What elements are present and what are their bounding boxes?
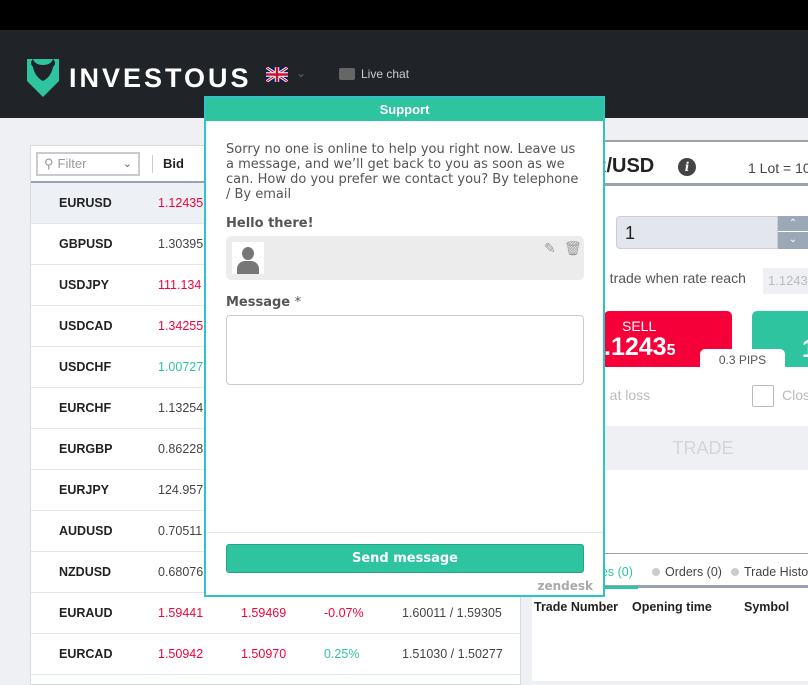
symbol: EURCHF — [59, 401, 112, 415]
avatar — [232, 242, 264, 274]
status-dot-icon — [652, 568, 660, 576]
close-at-loss-label: e at loss — [598, 387, 651, 403]
live-chat-label: Live chat — [361, 67, 410, 81]
bid-price: 1.59441 — [158, 606, 204, 620]
tab-orders[interactable]: Orders (0) — [652, 565, 722, 579]
lot-size: 1 Lot = 10 — [748, 160, 808, 176]
symbol: EURJPY — [59, 483, 110, 497]
filter-dropdown[interactable]: ⚲ Filter ⌄ — [36, 151, 140, 176]
chevron-down-icon: ⌄ — [122, 158, 132, 170]
sell-price: .12435 — [604, 333, 675, 362]
bid-column-header[interactable]: Bid — [163, 156, 184, 171]
rate-label: n trade when rate reach — [598, 270, 746, 286]
chevron-down-icon[interactable]: ⌄ — [778, 232, 808, 248]
rate-input[interactable]: 1.1243 — [763, 268, 808, 294]
pencil-icon[interactable]: ✎ — [544, 240, 556, 257]
bid-price: 1.12435 — [158, 196, 204, 210]
top-bar — [0, 0, 808, 30]
tab-label: Trade Histor — [744, 565, 808, 579]
chat-bubble-icon — [339, 68, 355, 80]
live-chat-link[interactable]: Live chat — [339, 67, 409, 81]
greeting: Hello there! — [226, 216, 314, 231]
bid-price: 111.134 — [158, 278, 202, 292]
sell-price-pip: 5 — [666, 342, 676, 359]
tab-label: Orders (0) — [665, 565, 722, 579]
column-opening-time[interactable]: Opening time — [632, 600, 712, 614]
support-chat-widget: Support Sorry no one is online to help y… — [204, 96, 605, 597]
symbol: EURUSD — [59, 196, 112, 210]
symbol: USDCHF — [59, 360, 112, 374]
quote-row[interactable]: EURCAD 1.50942 1.50970 0.25% 1.51030 / 1.502… — [31, 634, 520, 675]
language-chevron-down-icon[interactable]: ⌄ — [296, 66, 306, 80]
symbol: EURCAD — [59, 647, 113, 661]
symbol: USDCAD — [59, 319, 113, 333]
column-trade-number[interactable]: Trade Number — [534, 600, 618, 614]
change-percent: 0.25% — [324, 647, 360, 661]
symbol: NZDUSD — [59, 565, 112, 579]
divider — [206, 532, 603, 533]
zendesk-logo[interactable]: zendesk — [537, 579, 593, 593]
filter-placeholder: Filter — [57, 156, 87, 171]
symbol: EURAUD — [59, 606, 113, 620]
quote-row[interactable]: EURAUD 1.59441 1.59469 -0.07% 1.60011 / 1.59… — [31, 593, 520, 634]
change-percent: -0.07% — [324, 606, 364, 620]
bid-price: 0.68076 — [158, 565, 204, 579]
symbol: AUDUSD — [59, 524, 113, 538]
status-dot-icon — [731, 568, 739, 576]
bid-price: 0.86228 — [158, 442, 204, 456]
sell-price-main: .1243 — [604, 333, 667, 361]
widget-title: Support — [206, 98, 603, 121]
amount-input[interactable]: 1 — [616, 216, 778, 249]
bid-price: 1.30395 — [158, 237, 204, 251]
sell-label: SELL — [622, 318, 657, 334]
close-checkbox[interactable] — [752, 385, 774, 407]
high-low: 1.60011 / 1.59305 — [402, 606, 502, 620]
chevron-up-icon[interactable]: ⌃ — [778, 216, 808, 232]
ask-price: 1.50970 — [241, 647, 287, 661]
divider — [152, 154, 153, 173]
column-symbol[interactable]: Symbol — [744, 600, 789, 614]
send-message-button[interactable]: Send message — [226, 544, 584, 573]
message-textarea[interactable] — [226, 315, 584, 385]
spread-badge: 0.3 PIPS — [700, 349, 785, 371]
tab-trade-history[interactable]: Trade Histor — [731, 565, 808, 579]
amount-stepper[interactable]: ⌃ ⌄ — [778, 216, 808, 249]
bid-price: 1.00727 — [158, 360, 204, 374]
uk-flag-icon[interactable] — [266, 67, 288, 82]
logo[interactable]: INVESTOUS — [25, 57, 252, 99]
ask-price: 1.59469 — [241, 606, 287, 620]
message-label-text: Message — [226, 295, 291, 310]
offline-message: Sorry no one is online to help you right… — [226, 142, 579, 202]
bull-shield-icon — [27, 59, 59, 97]
symbol: EURGBP — [59, 442, 113, 456]
visitor-card: ✎ 🗑 — [226, 236, 584, 280]
trade-button[interactable]: TRADE — [598, 426, 808, 470]
trash-icon[interactable]: 🗑 — [564, 240, 582, 257]
symbol: USDJPY — [59, 278, 110, 292]
required-marker: * — [294, 295, 302, 310]
bid-price: 1.13254 — [158, 401, 204, 415]
high-low: 1.51030 / 1.50277 — [402, 647, 503, 661]
info-icon[interactable]: i — [678, 158, 696, 176]
bid-price: 1.34255 — [158, 319, 204, 333]
close-label: Clos — [782, 387, 808, 403]
message-label: Message * — [226, 295, 301, 310]
symbol: GBPUSD — [59, 237, 113, 251]
brand-name: INVESTOUS — [69, 62, 252, 93]
bid-price: 0.70511 — [158, 524, 203, 538]
bid-price: 124.957 — [158, 483, 204, 497]
search-icon: ⚲ — [44, 155, 54, 171]
bid-price: 1.50942 — [158, 647, 204, 661]
